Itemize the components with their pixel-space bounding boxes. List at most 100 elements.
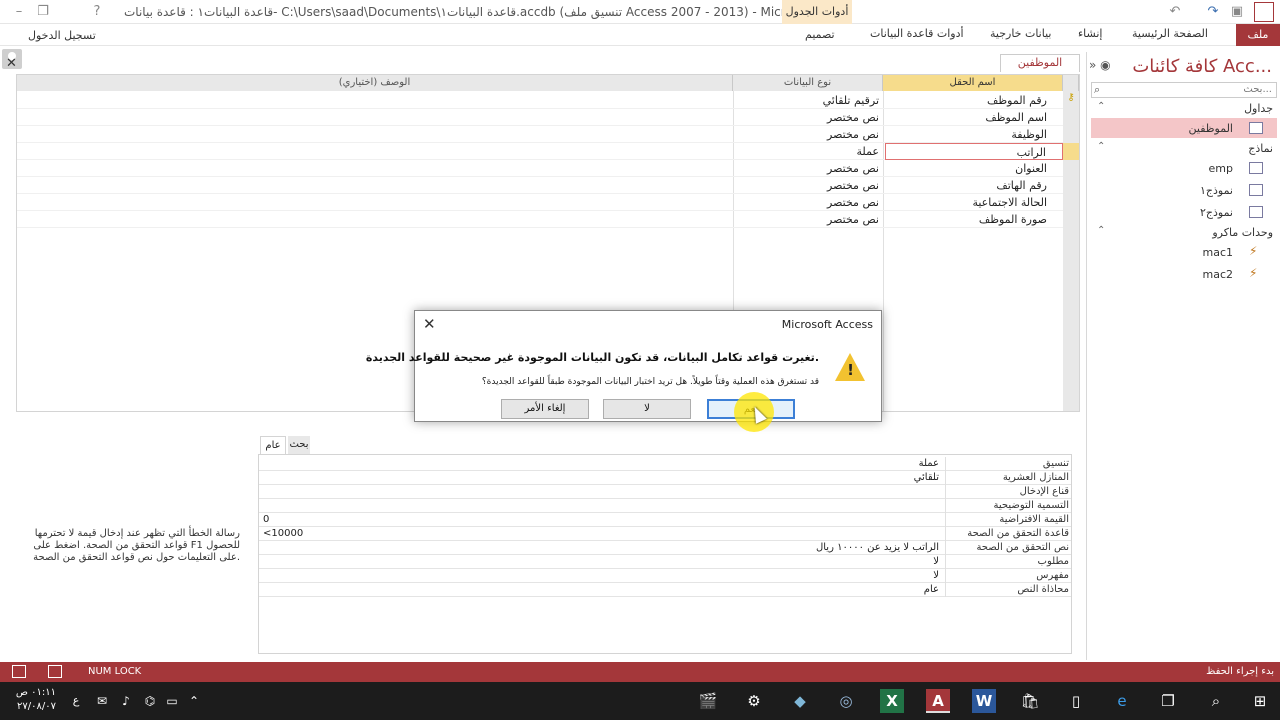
tab-external-data[interactable]: بيانات خارجية	[990, 27, 1051, 40]
field-name-cell[interactable]: رقم الموظف	[885, 92, 1063, 109]
property-row[interactable]: قناع الإدخال	[259, 485, 1071, 499]
nav-pane-title[interactable]: كافة كائنات Acc...	[1132, 56, 1272, 77]
field-name-cell[interactable]: الوظيفة	[885, 126, 1063, 143]
app-icon-2[interactable]: ◎	[834, 689, 858, 713]
tab-create[interactable]: إنشاء	[1078, 27, 1102, 40]
data-type-cell[interactable]: ترقيم تلقائي	[733, 92, 883, 109]
nav-item-macro-1[interactable]: ⚡ mac1	[1091, 242, 1277, 262]
row-selector[interactable]	[1063, 211, 1079, 228]
property-value[interactable]: لا	[263, 555, 943, 569]
language-indicator[interactable]: ع	[64, 689, 88, 713]
data-type-cell[interactable]: نص مختصر	[733, 126, 883, 143]
tab-lookup[interactable]: بحث	[288, 436, 310, 454]
field-name-cell[interactable]: اسم الموظف	[885, 109, 1063, 126]
restore-icon[interactable]: ❐	[34, 3, 52, 21]
row-selector[interactable]	[1063, 194, 1079, 211]
battery-icon[interactable]: ▭	[160, 689, 184, 713]
show-hidden-icons[interactable]: ⌃	[182, 689, 206, 713]
document-tab-employees[interactable]: الموظفين	[1000, 54, 1080, 72]
field-row[interactable]: نص مختصر صورة الموظف	[17, 211, 1079, 228]
nav-item-form-emp[interactable]: emp	[1091, 158, 1277, 178]
row-selector[interactable]	[1063, 177, 1079, 194]
tab-general[interactable]: عام	[260, 436, 286, 454]
field-name-cell[interactable]: العنوان	[885, 160, 1063, 177]
edge-icon[interactable]: e	[1110, 689, 1134, 713]
nav-search-input[interactable]: ⌕ بحث...	[1091, 82, 1277, 98]
row-selector[interactable]	[1063, 160, 1079, 177]
primary-key-icon[interactable]: ⚷	[1063, 92, 1079, 109]
property-value[interactable]: 0	[263, 513, 943, 527]
help-icon[interactable]: ?	[88, 3, 106, 21]
app-icon[interactable]: ◆	[788, 689, 812, 713]
undo-icon[interactable]: ↶	[1166, 3, 1184, 21]
nav-item-form-2[interactable]: نموذج٢	[1091, 202, 1277, 222]
media-app-icon[interactable]: 🎬	[696, 689, 720, 713]
volume-icon[interactable]: ♪	[114, 689, 138, 713]
no-button[interactable]: لا	[603, 399, 691, 419]
shutter-bar-icon[interactable]: » ◉	[1089, 58, 1111, 72]
nav-group-tables[interactable]: ⌃ جداول	[1091, 100, 1277, 118]
property-row[interactable]: 0 القيمة الافتراضية	[259, 513, 1071, 527]
save-icon[interactable]: ▣	[1228, 3, 1246, 21]
store-icon[interactable]: 🛍	[1018, 689, 1042, 713]
field-name-cell[interactable]: صورة الموظف	[885, 211, 1063, 228]
word-icon[interactable]: W	[972, 689, 996, 713]
property-row[interactable]: تلقائي المنازل العشرية	[259, 471, 1071, 485]
cancel-button[interactable]: إلغاء الأمر	[501, 399, 589, 419]
row-selector[interactable]	[1063, 109, 1079, 126]
notifications-icon[interactable]: ✉	[90, 689, 114, 713]
property-value[interactable]: تلقائي	[263, 471, 943, 485]
property-value[interactable]: <10000	[263, 527, 943, 541]
property-row[interactable]: لا مطلوب	[259, 555, 1071, 569]
field-row[interactable]: نص مختصر العنوان	[17, 160, 1079, 177]
task-view-icon[interactable]: ❐	[1156, 689, 1180, 713]
close-document-icon[interactable]: ✕	[6, 56, 17, 71]
property-value[interactable]: عملة	[263, 457, 943, 471]
minimize-icon[interactable]: –	[10, 3, 28, 21]
sign-in-link[interactable]: تسجيل الدخول	[28, 29, 96, 42]
field-row[interactable]: نص مختصر اسم الموظف	[17, 109, 1079, 126]
field-row[interactable]: ترقيم تلقائي رقم الموظف ⚷	[17, 92, 1079, 109]
data-type-cell[interactable]: نص مختصر	[733, 160, 883, 177]
tab-database-tools[interactable]: أدوات قاعدة البيانات	[870, 27, 964, 40]
property-value[interactable]: الراتب لا يزيد عن ١٠٠٠٠ ريال	[263, 541, 943, 555]
data-type-cell[interactable]: نص مختصر	[733, 177, 883, 194]
network-icon[interactable]: ⌬	[138, 689, 162, 713]
start-icon[interactable]: ⊞	[1248, 689, 1272, 713]
data-type-cell[interactable]: نص مختصر	[733, 211, 883, 228]
taskbar-clock[interactable]: ٠١:١١ ص ٢٧/٠٨/٠٧	[6, 686, 56, 714]
design-view-icon[interactable]	[48, 665, 62, 678]
field-name-cell[interactable]: الراتب	[885, 143, 1063, 160]
property-row[interactable]: التسمية التوضيحية	[259, 499, 1071, 513]
property-row[interactable]: عام محاذاة النص	[259, 583, 1071, 597]
settings-icon[interactable]: ⚙	[742, 689, 766, 713]
redo-icon[interactable]: ↷	[1204, 3, 1222, 21]
property-row[interactable]: عملة تنسيق	[259, 457, 1071, 471]
field-row[interactable]: نص مختصر الوظيفة	[17, 126, 1079, 143]
nav-item-table-employees[interactable]: الموظفين	[1091, 118, 1277, 138]
nav-group-macros[interactable]: ⌃ وحدات ماكرو	[1091, 224, 1277, 242]
excel-icon[interactable]: X	[880, 689, 904, 713]
tab-file[interactable]: ملف	[1236, 24, 1280, 46]
data-type-cell[interactable]: عملة	[733, 143, 883, 160]
field-name-cell[interactable]: رقم الهاتف	[885, 177, 1063, 194]
nav-group-forms[interactable]: ⌃ نماذج	[1091, 140, 1277, 158]
access-icon[interactable]: A	[926, 689, 950, 713]
pivot-view-icon[interactable]	[12, 665, 26, 678]
data-type-cell[interactable]: نص مختصر	[733, 194, 883, 211]
tab-design[interactable]: تصميم	[805, 28, 835, 41]
field-name-cell[interactable]: الحالة الاجتماعية	[885, 194, 1063, 211]
search-icon[interactable]: ⌕	[1204, 689, 1228, 713]
field-row[interactable]: نص مختصر الحالة الاجتماعية	[17, 194, 1079, 211]
tab-home[interactable]: الصفحة الرئيسية	[1132, 27, 1208, 40]
property-value[interactable]: عام	[263, 583, 943, 597]
data-type-cell[interactable]: نص مختصر	[733, 109, 883, 126]
property-value[interactable]: لا	[263, 569, 943, 583]
property-row[interactable]: لا مفهرس	[259, 569, 1071, 583]
property-row[interactable]: <10000 قاعدة التحقق من الصحة	[259, 527, 1071, 541]
nav-item-form-1[interactable]: نموذج١	[1091, 180, 1277, 200]
field-row[interactable]: عملة الراتب	[17, 143, 1079, 160]
row-selector[interactable]	[1063, 126, 1079, 143]
property-row[interactable]: الراتب لا يزيد عن ١٠٠٠٠ ريال نص التحقق من…	[259, 541, 1071, 555]
field-row[interactable]: نص مختصر رقم الهاتف	[17, 177, 1079, 194]
